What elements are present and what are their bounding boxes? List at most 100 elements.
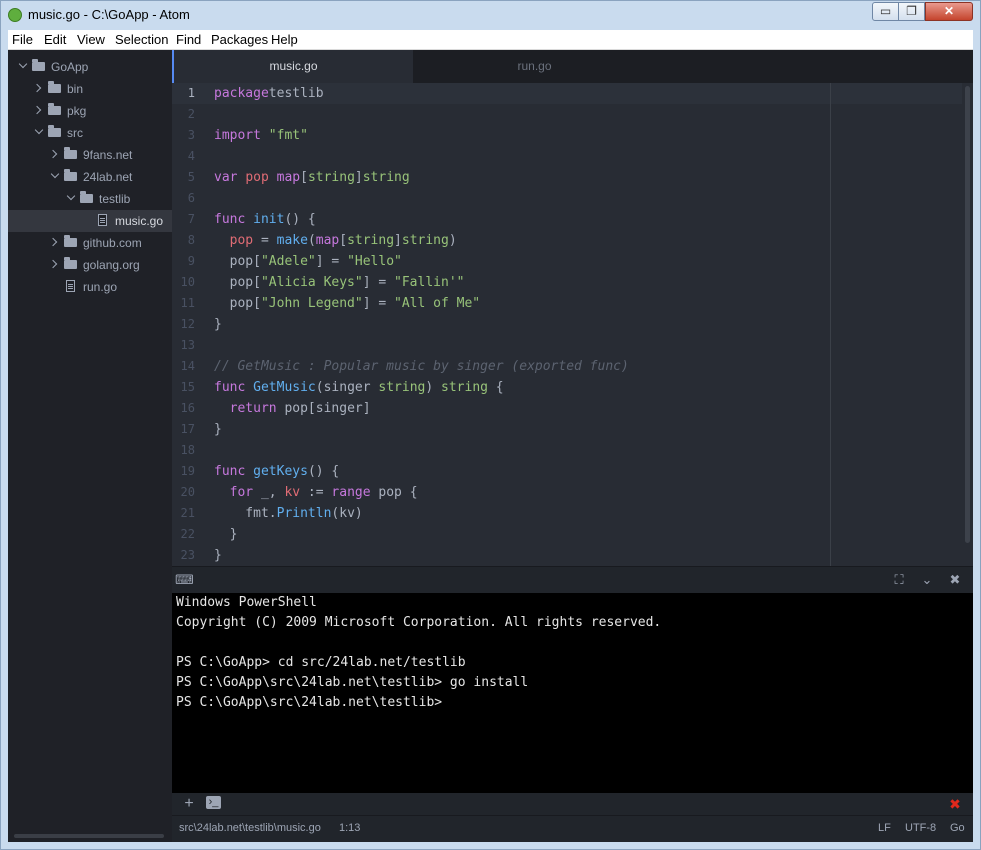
code-line[interactable]: 8 pop = make(map[string]string) [172,230,962,251]
file-path[interactable]: src\24lab.net\testlib\music.go [179,822,321,834]
code-line[interactable]: 1 packagetestlib [172,83,962,104]
code-line[interactable]: 18 [172,440,962,461]
menu-edit[interactable]: Edit [44,32,66,47]
code-line[interactable]: 22 } [172,524,962,545]
tree-item-24lab-net[interactable]: 24lab.net [8,166,172,188]
code-token: string [441,380,488,395]
code-line[interactable]: 21 fmt.Println(kv) [172,503,962,524]
tree-item-music-go[interactable]: music.go [8,210,172,232]
grammar[interactable]: Go [950,822,965,834]
close-terminal-icon[interactable]: ✖ [946,796,964,812]
menu-selection[interactable]: Selection [115,32,168,47]
code-line[interactable]: 5 var pop map[string]string [172,167,962,188]
status-bar: src\24lab.net\testlib\music.go 1:13 LF U… [172,815,973,842]
code-line[interactable]: 16 return pop[singer] [172,398,962,419]
tree-item-run-go[interactable]: run.go [8,276,172,298]
code-editor[interactable]: 1 packagetestlib 2 3 import "fmt" 4 5 var pop m… [172,83,973,566]
chevron-down-icon[interactable] [66,191,76,201]
code-token: "Alicia Keys" [260,275,363,290]
terminal-line: Windows PowerShell [176,595,317,610]
line-number: 11 [180,296,195,310]
chevron-down-icon[interactable] [50,169,60,179]
code-text: // GetMusic : Popular music by singer (e… [214,359,629,374]
code-line[interactable]: 12} [172,314,962,335]
close-button[interactable]: ✕ [925,2,973,21]
tree-item-goapp[interactable]: GoApp [8,56,172,78]
code-line[interactable]: 4 [172,146,962,167]
code-text: pop["Alicia Keys"] = "Fallin'" [214,275,465,290]
code-line[interactable]: 3 import "fmt" [172,125,962,146]
editor-scrollbar[interactable] [965,86,970,543]
tree-item-testlib[interactable]: testlib [8,188,172,210]
code-token: for [229,485,254,500]
menu-find[interactable]: Find [176,32,201,47]
title-bar[interactable]: music.go - C:\GoApp - Atom ▭ ❐ ✕ [0,0,981,30]
tree-scrollbar[interactable] [14,834,164,838]
encoding[interactable]: UTF-8 [905,822,936,834]
code-token: kv [284,485,301,500]
terminal-tab-icon[interactable]: ›_ [206,796,221,809]
tree-item-golang-org[interactable]: golang.org [8,254,172,276]
code-line[interactable]: 19 func getKeys() { [172,461,962,482]
code-line[interactable]: 17} [172,419,962,440]
code-text: } [214,548,222,563]
code-token: Println [276,506,332,521]
minimize-button[interactable]: ▭ [872,2,899,21]
keyboard-icon[interactable]: ⌨ [175,572,194,588]
line-ending[interactable]: LF [878,822,891,834]
maximize-button[interactable]: ❐ [898,2,925,21]
chevron-right-icon[interactable] [32,83,42,93]
code-line[interactable]: 13 [172,335,962,356]
chevron-down-icon[interactable] [18,59,28,69]
code-token: "fmt" [268,128,308,143]
code-line[interactable]: 15 func GetMusic(singer string) string { [172,377,962,398]
chevron-right-icon[interactable] [48,237,58,247]
code-line[interactable]: 10 pop["Alicia Keys"] = "Fallin'" [172,272,962,293]
terminal-line: Copyright (C) 2009 Microsoft Corporation… [176,615,662,630]
tab-run-go[interactable]: run.go [414,50,655,83]
code-line[interactable]: 20 for _, kv := range pop { [172,482,962,503]
code-line[interactable]: 11 pop["John Legend"] = "All of Me" [172,293,962,314]
code-token: } [214,422,222,437]
code-line[interactable]: 14 // GetMusic : Popular music by singer … [172,356,962,377]
tree-item-github-com[interactable]: github.com [8,232,172,254]
code-line[interactable]: 23} [172,545,962,566]
add-terminal-icon[interactable]: + [180,796,198,812]
maximize-icon[interactable]: ⛶ [890,572,908,588]
code-token: testlib [268,86,324,101]
code-token: "All of Me" [394,296,481,311]
tab-music-go[interactable]: music.go [172,50,413,83]
code-token: pop[ [214,254,261,269]
code-line[interactable]: 6 [172,188,962,209]
code-token: make [276,233,308,248]
tree-item-9fans-net[interactable]: 9fans.net [8,144,172,166]
code-line[interactable]: 2 [172,104,962,125]
menu-file[interactable]: File [12,32,33,47]
tree-item-bin[interactable]: bin [8,78,172,100]
terminal[interactable]: Windows PowerShell Copyright (C) 2009 Mic… [172,593,973,793]
tree-item-src[interactable]: src [8,122,172,144]
cursor-position[interactable]: 1:13 [339,822,360,834]
chevron-down-icon[interactable]: ⌄ [918,572,936,588]
code-line[interactable]: 9 pop["Adele"] = "Hello" [172,251,962,272]
line-number: 22 [180,527,195,541]
close-icon[interactable]: ✖ [946,572,964,588]
menu-packages[interactable]: Packages [211,32,268,47]
menu-help[interactable]: Help [271,32,298,47]
code-text: } [214,317,222,332]
terminal-line: PS C:\GoApp> cd src/24lab.net/testlib [176,655,466,670]
chevron-right-icon[interactable] [32,105,42,115]
chevron-right-icon[interactable] [48,259,58,269]
menu-view[interactable]: View [77,32,105,47]
tree-item-pkg[interactable]: pkg [8,100,172,122]
tree-item-label: pkg [67,104,87,118]
code-line[interactable]: 7 func init() { [172,209,962,230]
terminal-line: PS C:\GoApp\src\24lab.net\testlib> go in… [176,675,529,690]
chevron-down-icon[interactable] [34,125,44,135]
code-token: } [214,527,238,542]
folder-icon [64,147,77,159]
chevron-right-icon[interactable] [48,149,58,159]
